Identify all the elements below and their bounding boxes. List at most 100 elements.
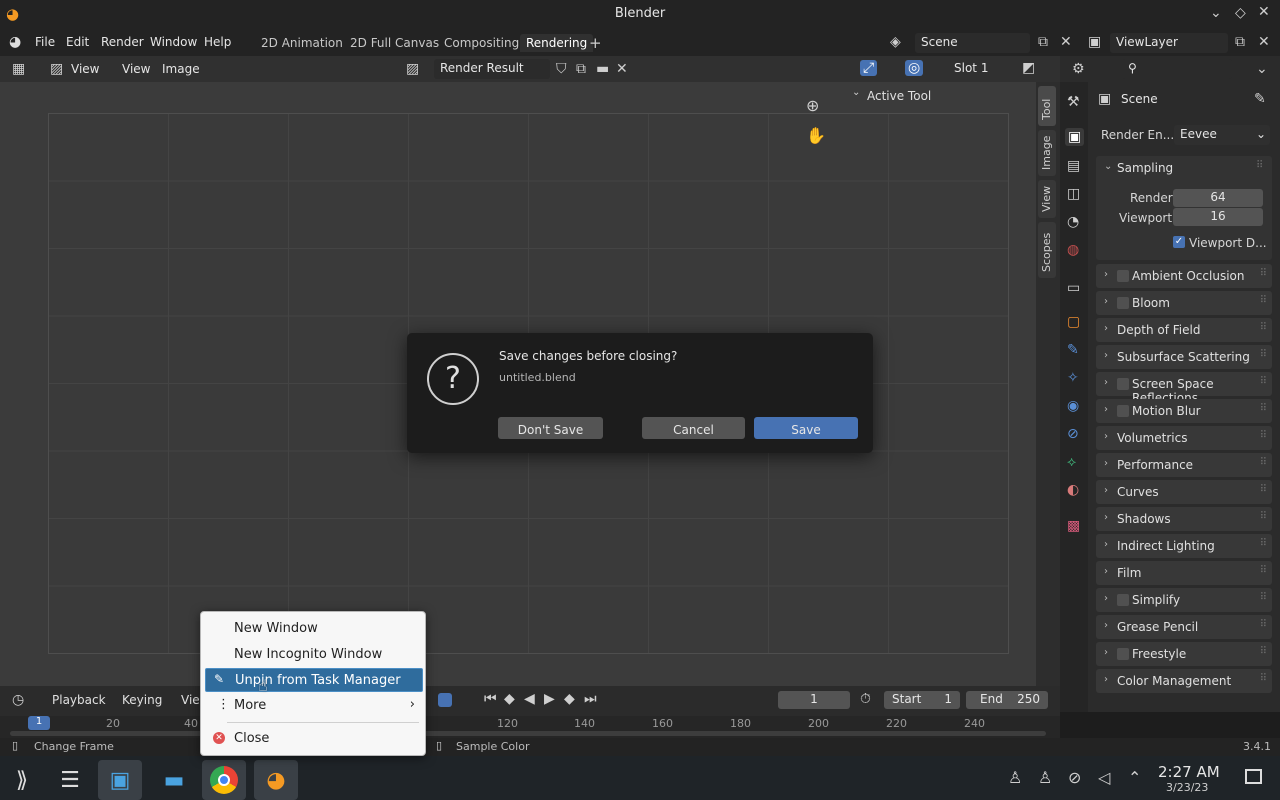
current-frame-field[interactable]: 1 bbox=[778, 691, 850, 709]
physics-icon[interactable]: ◉ bbox=[1067, 398, 1079, 414]
close-item[interactable]: ✕ Close bbox=[205, 727, 423, 751]
panel-enable-checkbox[interactable] bbox=[1117, 648, 1129, 660]
show-desktop-icon[interactable] bbox=[1245, 769, 1262, 784]
scene-selector[interactable]: Scene bbox=[915, 33, 1030, 53]
new-window-item[interactable]: New Window bbox=[205, 617, 423, 641]
panel-enable-checkbox[interactable] bbox=[1117, 297, 1129, 309]
tab-compositing[interactable]: Compositing bbox=[438, 34, 525, 52]
properties-subpanel[interactable]: › Performance ⠿ bbox=[1096, 453, 1272, 477]
scene-icon[interactable]: ◈ bbox=[890, 34, 901, 50]
timeline-editor-type-icon[interactable]: ◷ bbox=[12, 692, 24, 708]
properties-subpanel[interactable]: › Volumetrics ⠿ bbox=[1096, 426, 1272, 450]
unlink-image-icon[interactable]: ✕ bbox=[616, 61, 628, 77]
drag-grip-icon[interactable]: ⠿ bbox=[1260, 322, 1267, 333]
properties-subpanel[interactable]: › Bloom ⠿ bbox=[1096, 291, 1272, 315]
view-menu-1[interactable]: View bbox=[71, 62, 99, 76]
menu-file[interactable]: File bbox=[35, 35, 55, 49]
playhead[interactable]: 1 bbox=[28, 716, 50, 730]
overlay-icon[interactable]: ◎ bbox=[905, 60, 924, 76]
object-properties-icon[interactable]: ▢ bbox=[1067, 314, 1080, 330]
drag-grip-icon[interactable]: ⠿ bbox=[1260, 646, 1267, 657]
jump-start-icon[interactable]: ⏮ bbox=[484, 691, 497, 707]
end-frame-field[interactable]: End 250 bbox=[966, 691, 1048, 709]
render-engine-dropdown[interactable]: Eevee ⌄ bbox=[1174, 125, 1270, 145]
render-samples-field[interactable]: 64 bbox=[1173, 189, 1263, 207]
constraints-icon[interactable]: ⊘ bbox=[1067, 426, 1079, 442]
app-launcher-icon[interactable]: ⟫ bbox=[0, 760, 44, 800]
properties-subpanel[interactable]: › Screen Space Reflections ⠿ bbox=[1096, 372, 1272, 405]
next-keyframe-icon[interactable]: ◆ bbox=[564, 691, 575, 707]
zoom-icon[interactable]: ⊕ bbox=[806, 96, 819, 115]
view-menu-2[interactable]: View bbox=[122, 62, 150, 76]
users-icon[interactable]: ♙ bbox=[1038, 768, 1052, 787]
properties-search-input[interactable]: ⚲ bbox=[1122, 59, 1232, 79]
drag-grip-icon[interactable]: ⠿ bbox=[1260, 457, 1267, 468]
display-channels-icon[interactable]: ◩ bbox=[1022, 60, 1035, 76]
properties-subpanel[interactable]: › Freestyle ⠿ bbox=[1096, 642, 1272, 666]
menu-help[interactable]: Help bbox=[204, 35, 231, 49]
auto-keying-icon[interactable] bbox=[438, 693, 452, 707]
maximize-icon[interactable]: ◇ bbox=[1235, 5, 1246, 21]
playback-menu[interactable]: Playback bbox=[52, 693, 106, 707]
close-window-icon[interactable]: ✕ bbox=[1258, 4, 1270, 20]
drag-grip-icon[interactable]: ⠿ bbox=[1260, 430, 1267, 441]
drag-grip-icon[interactable]: ⠿ bbox=[1260, 376, 1267, 387]
save-button[interactable]: Save bbox=[754, 417, 858, 439]
tab-image[interactable]: Image bbox=[1038, 130, 1056, 176]
menu-window[interactable]: Window bbox=[150, 35, 197, 49]
viewport-samples-field[interactable]: 16 bbox=[1173, 208, 1263, 226]
blender-menu-icon[interactable]: ◕ bbox=[9, 34, 21, 50]
new-view-layer-icon[interactable]: ⧉ bbox=[1235, 34, 1245, 50]
view-layer-selector[interactable]: ViewLayer bbox=[1110, 33, 1228, 53]
particles-icon[interactable]: ✧ bbox=[1067, 370, 1079, 386]
chevron-up-icon[interactable]: ⌃ bbox=[1128, 768, 1141, 787]
tool-settings-icon[interactable]: ⚒ bbox=[1067, 94, 1080, 110]
panel-enable-checkbox[interactable] bbox=[1117, 594, 1129, 606]
new-image-icon[interactable]: ⧉ bbox=[576, 61, 586, 77]
properties-subpanel[interactable]: › Shadows ⠿ bbox=[1096, 507, 1272, 531]
tab-view[interactable]: View bbox=[1038, 180, 1056, 218]
volume-icon[interactable]: ◁ bbox=[1098, 768, 1110, 787]
properties-subpanel[interactable]: › Color Management ⠿ bbox=[1096, 669, 1272, 693]
user-icon[interactable]: ♙ bbox=[1008, 768, 1022, 787]
properties-subpanel[interactable]: › Subsurface Scattering ⠿ bbox=[1096, 345, 1272, 369]
object-data-icon[interactable]: ⟡ bbox=[1067, 454, 1076, 470]
world-properties-icon[interactable]: ◍ bbox=[1067, 242, 1079, 258]
drag-grip-icon[interactable]: ⠿ bbox=[1260, 619, 1267, 630]
more-item[interactable]: ⋮ More › bbox=[205, 694, 423, 718]
drag-grip-icon[interactable]: ⠿ bbox=[1260, 295, 1267, 306]
sampling-header[interactable]: Sampling bbox=[1117, 161, 1173, 175]
tab-tool[interactable]: Tool bbox=[1038, 86, 1056, 126]
panel-enable-checkbox[interactable] bbox=[1117, 405, 1129, 417]
drag-grip-icon[interactable]: ⠿ bbox=[1260, 565, 1267, 576]
output-properties-icon[interactable]: ▤ bbox=[1067, 158, 1080, 174]
properties-subpanel[interactable]: › Film ⠿ bbox=[1096, 561, 1272, 585]
new-scene-icon[interactable]: ⧉ bbox=[1038, 34, 1048, 50]
properties-subpanel[interactable]: › Depth of Field ⠿ bbox=[1096, 318, 1272, 342]
file-manager-icon[interactable]: ▬ bbox=[152, 760, 196, 800]
panel-enable-checkbox[interactable] bbox=[1117, 270, 1129, 282]
menu-render[interactable]: Render bbox=[101, 35, 144, 49]
drag-grip-icon[interactable]: ⠿ bbox=[1260, 349, 1267, 360]
active-tool-panel[interactable]: ⌄ Active Tool bbox=[846, 86, 1026, 106]
chevron-down-icon[interactable]: ⌄ bbox=[1104, 161, 1112, 172]
stopwatch-icon[interactable]: ⏱ bbox=[860, 691, 871, 707]
properties-subpanel[interactable]: › Grease Pencil ⠿ bbox=[1096, 615, 1272, 639]
prev-keyframe-icon[interactable]: ◆ bbox=[504, 691, 515, 707]
panel-enable-checkbox[interactable] bbox=[1117, 378, 1129, 390]
tab-rendering[interactable]: Rendering bbox=[520, 34, 594, 52]
remove-view-layer-icon[interactable]: ✕ bbox=[1258, 34, 1270, 50]
jump-end-icon[interactable]: ⏭ bbox=[584, 691, 597, 707]
properties-subpanel[interactable]: › Curves ⠿ bbox=[1096, 480, 1272, 504]
tab-2d-full-canvas[interactable]: 2D Full Canvas bbox=[344, 34, 445, 52]
drag-grip-icon[interactable]: ⠿ bbox=[1260, 403, 1267, 414]
timeline-scrollbar[interactable] bbox=[10, 731, 1046, 736]
pan-hand-icon[interactable]: ✋ bbox=[806, 126, 826, 145]
properties-subpanel[interactable]: › Indirect Lighting ⠿ bbox=[1096, 534, 1272, 558]
editor-type-icon[interactable]: ▦ bbox=[12, 61, 25, 77]
view-mode-icon[interactable]: ▨ bbox=[50, 61, 63, 77]
image-menu[interactable]: Image bbox=[162, 62, 200, 76]
texture-checker-icon[interactable]: ▩ bbox=[1067, 518, 1080, 534]
view-layer-icon[interactable]: ▣ bbox=[1088, 34, 1101, 50]
material-icon[interactable]: ◐ bbox=[1067, 482, 1079, 498]
